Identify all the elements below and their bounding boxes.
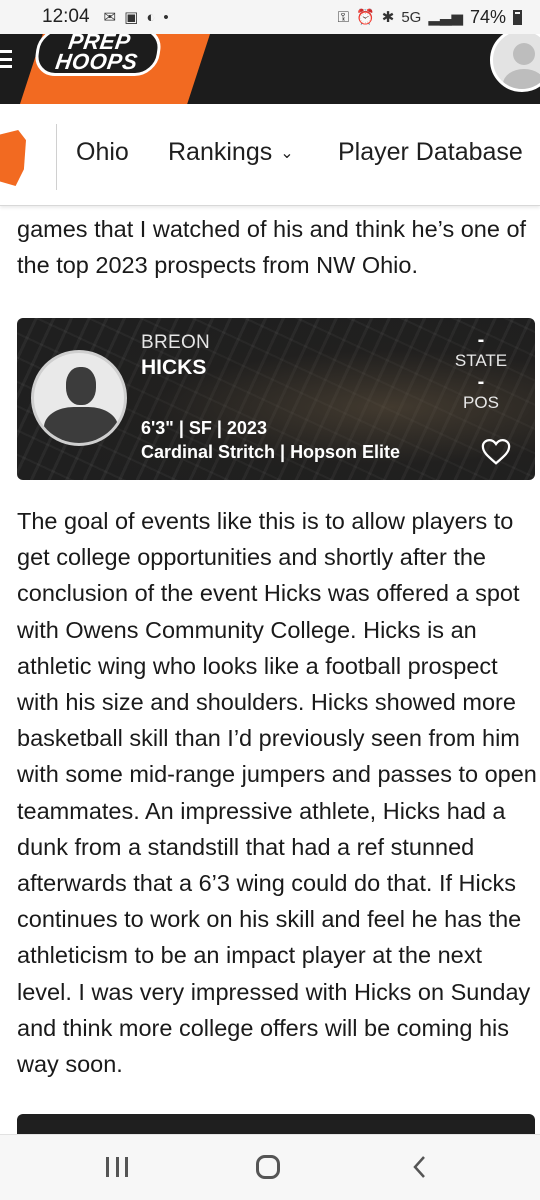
android-navigation-bar [0,1134,540,1200]
battery-icon [513,9,522,25]
player-last-name[interactable]: HICKS [141,356,206,380]
5g-icon: 5G [401,8,422,26]
nav-rankings[interactable]: Rankings ⌄ [168,138,294,167]
battery-percent: 74% [469,6,506,27]
silhouette-head [66,367,96,405]
subnav-divider [56,124,57,190]
state-rank-value: - [477,329,485,351]
user-avatar[interactable] [490,34,540,92]
home-icon[interactable] [256,1155,280,1179]
status-right: ⚿ ⏰ ✱ 5G ▂▃▅ 74% [338,7,522,28]
pos-rank-label: POS [463,393,499,412]
recent-apps-icon[interactable] [106,1157,128,1177]
pos-rank-value: - [477,371,485,393]
state-rank-label: STATE [454,351,508,370]
logo-line-2: HOOPS [53,49,140,74]
next-player-card[interactable] [17,1114,535,1136]
player-card[interactable]: BREON HICKS 6'3" | SF | 2023 Cardinal St… [17,318,535,480]
signal-icon: ▂▃▅ [428,9,463,26]
player-photo-placeholder [31,350,127,446]
chevron-down-icon: ⌄ [280,145,294,163]
player-attributes: 6'3" | SF | 2023 [141,418,267,438]
article-paragraph: games that I watched of his and think he… [17,216,527,279]
gallery-icon: ▣ [124,9,139,26]
status-left: 12:04 ✉ ▣ ◐ • [42,6,169,28]
bluetooth-icon: ✱ [381,9,395,26]
dot-icon: • [163,8,169,26]
prep-hoops-logo[interactable]: PREP HOOPS [32,34,164,76]
sub-navigation: Ohio Rankings ⌄ Player Database [0,104,540,206]
player-school-team: Cardinal Stritch | Hopson Elite [141,442,401,462]
nav-ohio[interactable]: Ohio [76,138,129,167]
player-first-name: BREON [141,332,211,353]
site-header: PREP HOOPS [0,34,540,104]
alarm-icon: ⏰ [356,9,375,26]
nav-rankings-label: Rankings [168,138,273,166]
ohio-state-icon[interactable] [0,130,26,186]
heart-icon[interactable] [481,438,511,466]
nav-player-database[interactable]: Player Database [338,138,523,167]
hamburger-menu-icon[interactable] [0,46,18,72]
email-icon: ✉ [103,9,117,26]
app-icon: ◐ [146,8,156,26]
silhouette-body [44,407,118,443]
article-paragraph: The goal of events like this is to allow… [17,508,537,1078]
key-icon: ⚿ [337,8,350,26]
player-rankings: - STATE - POS [441,330,521,414]
back-icon[interactable] [410,1155,430,1179]
status-time: 12:04 [42,6,90,27]
status-bar: 12:04 ✉ ▣ ◐ • ⚿ ⏰ ✱ 5G ▂▃▅ 74% [0,0,540,34]
